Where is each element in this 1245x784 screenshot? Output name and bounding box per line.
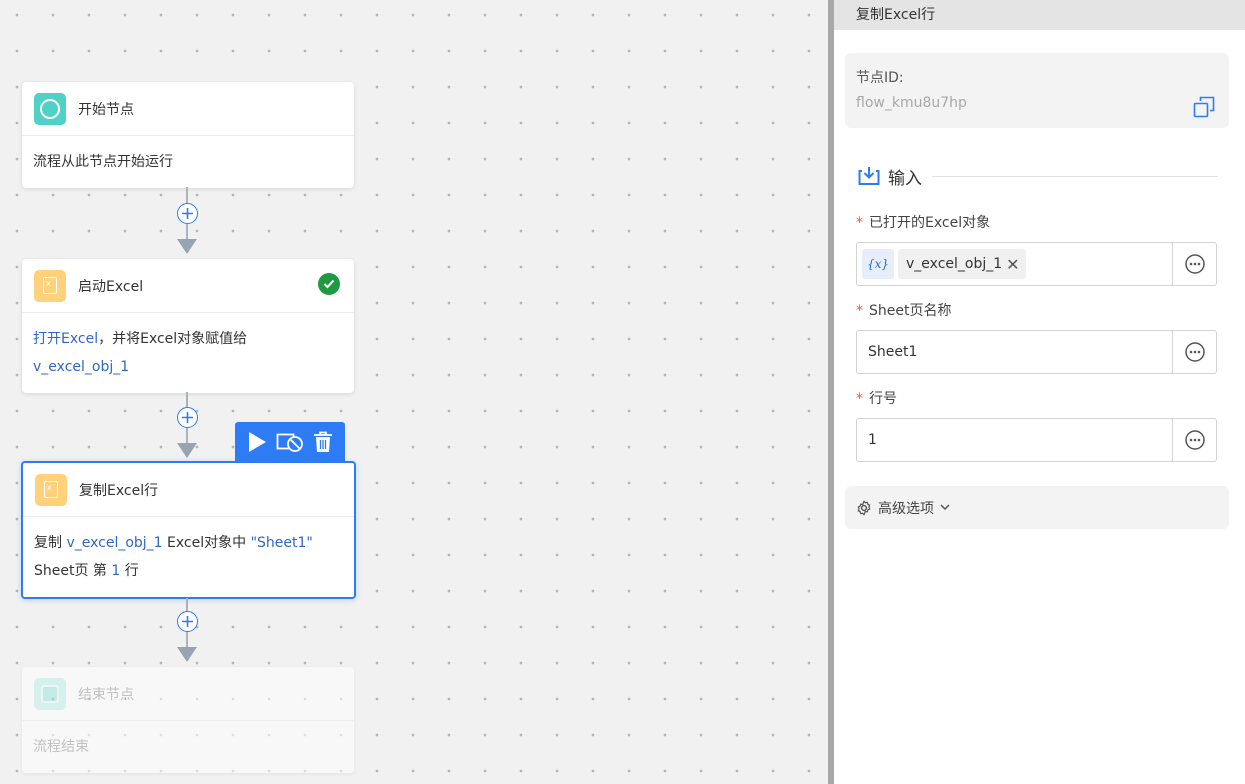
arrow-down-icon <box>177 443 197 458</box>
disable-node-button[interactable] <box>276 428 304 456</box>
advanced-options-label: 高级选项 <box>878 500 934 517</box>
variable-tag: {x} v_excel_obj_1 ✕ <box>862 248 1026 280</box>
trash-icon <box>313 431 332 452</box>
section-divider <box>932 175 1218 177</box>
field-label: * 已打开的Excel对象 <box>856 215 991 231</box>
launch-excel-node[interactable]: 启动Excel 打开Excel，并将Excel对象赋值给 v_excel_obj_… <box>22 259 354 393</box>
more-options-button[interactable] <box>1172 331 1216 373</box>
close-icon[interactable]: ✕ <box>1006 255 1019 274</box>
delete-node-button[interactable] <box>309 428 337 456</box>
arrow-down-icon <box>177 239 197 254</box>
node-header: 启动Excel <box>22 259 354 313</box>
node-header: 复制Excel行 <box>23 463 354 517</box>
arrow-down-icon <box>177 647 197 662</box>
end-node-icon <box>34 677 66 710</box>
node-id-card: 节点ID: flow_kmu8u7hp <box>845 53 1229 128</box>
ellipsis-circle-icon <box>1184 254 1205 274</box>
required-marker: * <box>856 391 863 407</box>
description-text: 复制 <box>34 535 67 551</box>
node-toolbar <box>235 422 345 461</box>
node-title: 启动Excel <box>78 278 144 295</box>
action-link[interactable]: 打开Excel <box>33 331 98 347</box>
row-number-input[interactable]: 1 <box>857 419 1172 461</box>
plus-icon <box>182 616 193 627</box>
input-section-title: 输入 <box>888 168 922 189</box>
variable-name: v_excel_obj_1 <box>906 256 1003 272</box>
node-header: 结束节点 <box>22 667 354 721</box>
more-options-button[interactable] <box>1172 419 1216 461</box>
disable-icon <box>276 433 303 452</box>
gear-icon <box>857 500 871 515</box>
node-id-label: 节点ID: <box>856 70 904 86</box>
node-title: 开始节点 <box>78 101 134 118</box>
excel-object-field[interactable]: {x} v_excel_obj_1 ✕ <box>856 242 1217 286</box>
sheet-name-value: "Sheet1" <box>250 535 313 551</box>
description-text: 行 <box>120 563 139 579</box>
description-text: Sheet页 第 <box>34 563 112 579</box>
excel-file-icon <box>35 473 67 506</box>
panel-title: 复制Excel行 <box>834 0 1245 30</box>
start-node-icon <box>34 92 66 125</box>
play-icon <box>249 431 267 452</box>
required-marker: * <box>856 303 863 319</box>
node-description: 打开Excel，并将Excel对象赋值给 v_excel_obj_1 <box>22 313 354 393</box>
add-node-button[interactable] <box>177 203 198 224</box>
copy-icon[interactable] <box>1193 96 1215 118</box>
variable-icon: {x} <box>862 249 894 279</box>
variable-link[interactable]: v_excel_obj_1 <box>33 359 129 375</box>
chevron-down-icon <box>940 504 950 511</box>
field-label: * Sheet页名称 <box>856 303 952 319</box>
variable-tag-body: v_excel_obj_1 ✕ <box>898 249 1026 279</box>
row-number-value: 1 <box>111 563 121 579</box>
flow-canvas[interactable]: 开始节点 流程从此节点开始运行 启动Excel 打开Excel，并将Excel对… <box>0 0 828 784</box>
node-description: 流程结束 <box>33 739 89 755</box>
sheet-name-field[interactable]: Sheet1 <box>856 330 1217 374</box>
run-node-button[interactable] <box>243 428 271 456</box>
required-marker: * <box>856 215 863 231</box>
plus-icon <box>182 208 193 219</box>
node-description: 复制 v_excel_obj_1 Excel对象中 "Sheet1" Sheet页… <box>23 517 354 597</box>
success-check-icon <box>318 273 340 295</box>
end-node[interactable]: 结束节点 流程结束 <box>22 667 354 773</box>
excel-object-input[interactable]: {x} v_excel_obj_1 ✕ <box>857 243 1172 285</box>
node-description: 流程从此节点开始运行 <box>33 154 173 170</box>
plus-icon <box>182 412 193 423</box>
description-text: ，并将Excel对象赋值给 <box>98 331 248 347</box>
input-download-icon <box>858 167 880 185</box>
field-label: * 行号 <box>856 391 897 407</box>
description-text: Excel对象中 <box>162 535 251 551</box>
add-node-button[interactable] <box>177 407 198 428</box>
node-id-value: flow_kmu8u7hp <box>856 95 967 111</box>
input-section-header: 输入 <box>858 163 1218 189</box>
node-title: 复制Excel行 <box>79 482 159 499</box>
ellipsis-circle-icon <box>1184 342 1205 362</box>
copy-excel-row-node[interactable]: 复制Excel行 复制 v_excel_obj_1 Excel对象中 "Shee… <box>21 461 356 599</box>
excel-file-icon <box>34 269 66 302</box>
sheet-name-input[interactable]: Sheet1 <box>857 331 1172 373</box>
add-node-button[interactable] <box>177 611 198 632</box>
properties-panel: 复制Excel行 节点ID: flow_kmu8u7hp 输入 * 已打开的Exc… <box>834 0 1245 784</box>
row-number-field[interactable]: 1 <box>856 418 1217 462</box>
advanced-options-toggle[interactable]: 高级选项 <box>845 486 1229 529</box>
node-header: 开始节点 <box>22 82 354 136</box>
variable-link[interactable]: v_excel_obj_1 <box>66 535 162 551</box>
more-options-button[interactable] <box>1172 243 1216 285</box>
ellipsis-circle-icon <box>1184 430 1205 450</box>
node-title: 结束节点 <box>78 686 134 703</box>
start-node[interactable]: 开始节点 流程从此节点开始运行 <box>22 82 354 188</box>
